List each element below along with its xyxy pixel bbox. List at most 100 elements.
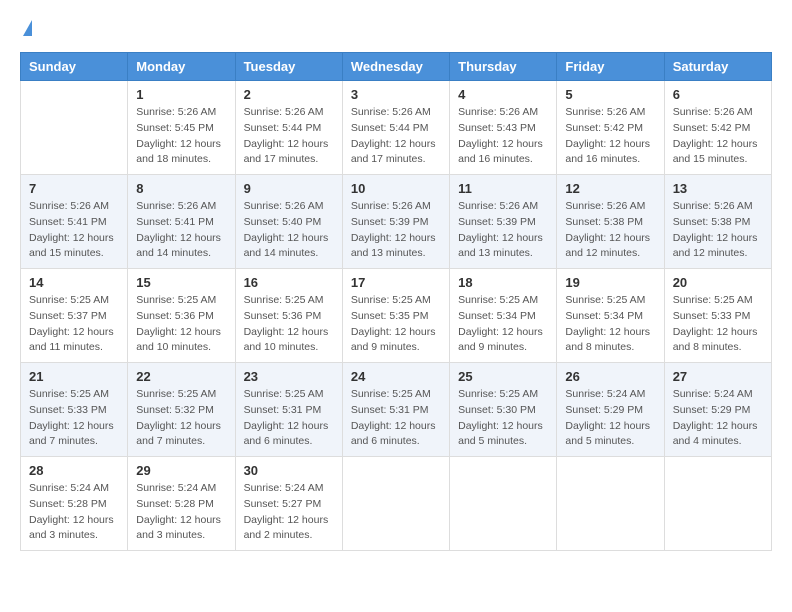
- header: [20, 20, 772, 36]
- calendar-header: SundayMondayTuesdayWednesdayThursdayFrid…: [21, 53, 772, 81]
- weekday-header-friday: Friday: [557, 53, 664, 81]
- day-info: Sunrise: 5:25 AM Sunset: 5:34 PM Dayligh…: [458, 293, 548, 356]
- day-info: Sunrise: 5:25 AM Sunset: 5:37 PM Dayligh…: [29, 293, 119, 356]
- day-number: 18: [458, 275, 548, 290]
- calendar-cell: 25 Sunrise: 5:25 AM Sunset: 5:30 PM Dayli…: [450, 363, 557, 457]
- day-number: 3: [351, 87, 441, 102]
- day-info: Sunrise: 5:25 AM Sunset: 5:33 PM Dayligh…: [673, 293, 763, 356]
- day-number: 25: [458, 369, 548, 384]
- calendar-table: SundayMondayTuesdayWednesdayThursdayFrid…: [20, 52, 772, 551]
- day-info: Sunrise: 5:26 AM Sunset: 5:44 PM Dayligh…: [351, 105, 441, 168]
- calendar-cell: 18 Sunrise: 5:25 AM Sunset: 5:34 PM Dayli…: [450, 269, 557, 363]
- calendar-cell: 11 Sunrise: 5:26 AM Sunset: 5:39 PM Dayli…: [450, 175, 557, 269]
- calendar-cell: [21, 81, 128, 175]
- day-info: Sunrise: 5:26 AM Sunset: 5:39 PM Dayligh…: [351, 199, 441, 262]
- day-info: Sunrise: 5:24 AM Sunset: 5:29 PM Dayligh…: [565, 387, 655, 450]
- day-info: Sunrise: 5:26 AM Sunset: 5:38 PM Dayligh…: [673, 199, 763, 262]
- logo-triangle-icon: [23, 20, 32, 36]
- day-number: 4: [458, 87, 548, 102]
- day-number: 16: [244, 275, 334, 290]
- week-row-3: 14 Sunrise: 5:25 AM Sunset: 5:37 PM Dayli…: [21, 269, 772, 363]
- day-number: 14: [29, 275, 119, 290]
- day-info: Sunrise: 5:25 AM Sunset: 5:31 PM Dayligh…: [244, 387, 334, 450]
- day-info: Sunrise: 5:24 AM Sunset: 5:28 PM Dayligh…: [29, 481, 119, 544]
- day-info: Sunrise: 5:25 AM Sunset: 5:32 PM Dayligh…: [136, 387, 226, 450]
- weekday-header-monday: Monday: [128, 53, 235, 81]
- day-number: 13: [673, 181, 763, 196]
- calendar-cell: 16 Sunrise: 5:25 AM Sunset: 5:36 PM Dayli…: [235, 269, 342, 363]
- day-number: 15: [136, 275, 226, 290]
- calendar-cell: 24 Sunrise: 5:25 AM Sunset: 5:31 PM Dayli…: [342, 363, 449, 457]
- weekday-header-wednesday: Wednesday: [342, 53, 449, 81]
- calendar-cell: 2 Sunrise: 5:26 AM Sunset: 5:44 PM Daylig…: [235, 81, 342, 175]
- day-info: Sunrise: 5:25 AM Sunset: 5:36 PM Dayligh…: [136, 293, 226, 356]
- day-number: 11: [458, 181, 548, 196]
- day-number: 24: [351, 369, 441, 384]
- day-number: 1: [136, 87, 226, 102]
- calendar-cell: 27Sunrise: 5:24 AM Sunset: 5:29 PM Dayli…: [664, 363, 771, 457]
- calendar-cell: 10Sunrise: 5:26 AM Sunset: 5:39 PM Dayli…: [342, 175, 449, 269]
- day-info: Sunrise: 5:26 AM Sunset: 5:44 PM Dayligh…: [244, 105, 334, 168]
- calendar-cell: 3 Sunrise: 5:26 AM Sunset: 5:44 PM Daylig…: [342, 81, 449, 175]
- day-info: Sunrise: 5:25 AM Sunset: 5:31 PM Dayligh…: [351, 387, 441, 450]
- day-info: Sunrise: 5:26 AM Sunset: 5:45 PM Dayligh…: [136, 105, 226, 168]
- calendar-cell: [557, 457, 664, 551]
- day-info: Sunrise: 5:26 AM Sunset: 5:43 PM Dayligh…: [458, 105, 548, 168]
- week-row-4: 21 Sunrise: 5:25 AM Sunset: 5:33 PM Dayli…: [21, 363, 772, 457]
- calendar-cell: 5 Sunrise: 5:26 AM Sunset: 5:42 PM Daylig…: [557, 81, 664, 175]
- day-number: 6: [673, 87, 763, 102]
- week-row-5: 28 Sunrise: 5:24 AM Sunset: 5:28 PM Dayli…: [21, 457, 772, 551]
- weekday-header-thursday: Thursday: [450, 53, 557, 81]
- day-number: 17: [351, 275, 441, 290]
- calendar-cell: 1 Sunrise: 5:26 AM Sunset: 5:45 PM Daylig…: [128, 81, 235, 175]
- calendar-cell: 22Sunrise: 5:25 AM Sunset: 5:32 PM Dayli…: [128, 363, 235, 457]
- day-info: Sunrise: 5:25 AM Sunset: 5:30 PM Dayligh…: [458, 387, 548, 450]
- calendar-cell: 29Sunrise: 5:24 AM Sunset: 5:28 PM Dayli…: [128, 457, 235, 551]
- day-number: 21: [29, 369, 119, 384]
- day-info: Sunrise: 5:24 AM Sunset: 5:29 PM Dayligh…: [673, 387, 763, 450]
- day-number: 28: [29, 463, 119, 478]
- day-info: Sunrise: 5:26 AM Sunset: 5:40 PM Dayligh…: [244, 199, 334, 262]
- day-number: 2: [244, 87, 334, 102]
- calendar-cell: 14 Sunrise: 5:25 AM Sunset: 5:37 PM Dayli…: [21, 269, 128, 363]
- day-info: Sunrise: 5:26 AM Sunset: 5:42 PM Dayligh…: [673, 105, 763, 168]
- day-info: Sunrise: 5:24 AM Sunset: 5:27 PM Dayligh…: [244, 481, 334, 544]
- day-info: Sunrise: 5:26 AM Sunset: 5:39 PM Dayligh…: [458, 199, 548, 262]
- day-info: Sunrise: 5:25 AM Sunset: 5:33 PM Dayligh…: [29, 387, 119, 450]
- weekday-header-tuesday: Tuesday: [235, 53, 342, 81]
- calendar-body: 1 Sunrise: 5:26 AM Sunset: 5:45 PM Daylig…: [21, 81, 772, 551]
- calendar-cell: 28 Sunrise: 5:24 AM Sunset: 5:28 PM Dayli…: [21, 457, 128, 551]
- day-info: Sunrise: 5:25 AM Sunset: 5:36 PM Dayligh…: [244, 293, 334, 356]
- calendar-cell: [450, 457, 557, 551]
- day-number: 20: [673, 275, 763, 290]
- calendar-cell: 8Sunrise: 5:26 AM Sunset: 5:41 PM Daylig…: [128, 175, 235, 269]
- day-info: Sunrise: 5:24 AM Sunset: 5:28 PM Dayligh…: [136, 481, 226, 544]
- logo: [20, 20, 32, 36]
- calendar-cell: 26 Sunrise: 5:24 AM Sunset: 5:29 PM Dayli…: [557, 363, 664, 457]
- day-info: Sunrise: 5:25 AM Sunset: 5:35 PM Dayligh…: [351, 293, 441, 356]
- day-info: Sunrise: 5:26 AM Sunset: 5:41 PM Dayligh…: [136, 199, 226, 262]
- week-row-1: 1 Sunrise: 5:26 AM Sunset: 5:45 PM Daylig…: [21, 81, 772, 175]
- day-info: Sunrise: 5:26 AM Sunset: 5:38 PM Dayligh…: [565, 199, 655, 262]
- calendar-cell: 21 Sunrise: 5:25 AM Sunset: 5:33 PM Dayli…: [21, 363, 128, 457]
- day-number: 5: [565, 87, 655, 102]
- calendar-cell: [664, 457, 771, 551]
- day-number: 7: [29, 181, 119, 196]
- calendar-cell: 17 Sunrise: 5:25 AM Sunset: 5:35 PM Dayli…: [342, 269, 449, 363]
- calendar-cell: [342, 457, 449, 551]
- day-number: 26: [565, 369, 655, 384]
- day-number: 30: [244, 463, 334, 478]
- weekday-header-row: SundayMondayTuesdayWednesdayThursdayFrid…: [21, 53, 772, 81]
- week-row-2: 7 Sunrise: 5:26 AM Sunset: 5:41 PM Daylig…: [21, 175, 772, 269]
- calendar-cell: 15 Sunrise: 5:25 AM Sunset: 5:36 PM Dayli…: [128, 269, 235, 363]
- calendar-cell: 20 Sunrise: 5:25 AM Sunset: 5:33 PM Dayli…: [664, 269, 771, 363]
- day-info: Sunrise: 5:25 AM Sunset: 5:34 PM Dayligh…: [565, 293, 655, 356]
- calendar-cell: 9Sunrise: 5:26 AM Sunset: 5:40 PM Daylig…: [235, 175, 342, 269]
- day-number: 12: [565, 181, 655, 196]
- calendar-cell: 30 Sunrise: 5:24 AM Sunset: 5:27 PM Dayli…: [235, 457, 342, 551]
- day-number: 23: [244, 369, 334, 384]
- calendar-cell: 13 Sunrise: 5:26 AM Sunset: 5:38 PM Dayli…: [664, 175, 771, 269]
- day-info: Sunrise: 5:26 AM Sunset: 5:41 PM Dayligh…: [29, 199, 119, 262]
- day-info: Sunrise: 5:26 AM Sunset: 5:42 PM Dayligh…: [565, 105, 655, 168]
- calendar-cell: 7 Sunrise: 5:26 AM Sunset: 5:41 PM Daylig…: [21, 175, 128, 269]
